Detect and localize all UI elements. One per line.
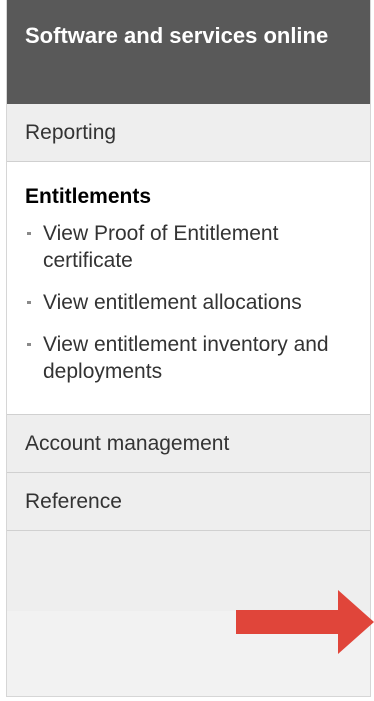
nav-item-account-management[interactable]: Account management <box>7 415 370 473</box>
nav-item-reference[interactable]: Reference <box>7 473 370 531</box>
nav-subitem-label: View entitlement allocations <box>43 291 302 314</box>
bullet-icon <box>27 301 31 304</box>
bullet-icon <box>27 232 31 235</box>
nav-header: Software and services online <box>7 0 370 104</box>
page-frame: Software and services online Reporting E… <box>0 0 374 701</box>
nav-subitem-proof-of-entitlement[interactable]: View Proof of Entitlement certificate <box>25 220 352 274</box>
nav-subitem-label: View Proof of Entitlement certificate <box>43 222 279 272</box>
right-arrow-icon <box>236 590 374 654</box>
section-title-entitlements[interactable]: Entitlements <box>25 182 352 212</box>
nav-item-reporting[interactable]: Reporting <box>7 104 370 162</box>
nav-section-entitlements: Entitlements View Proof of Entitlement c… <box>7 162 370 415</box>
bullet-icon <box>27 343 31 346</box>
right-arrow-shape <box>236 590 374 654</box>
nav-subitem-entitlement-allocations[interactable]: View entitlement allocations <box>25 289 352 316</box>
nav-subitem-inventory-deployments[interactable]: View entitlement inventory and deploymen… <box>25 331 352 385</box>
nav-subitem-label: View entitlement inventory and deploymen… <box>43 333 329 383</box>
